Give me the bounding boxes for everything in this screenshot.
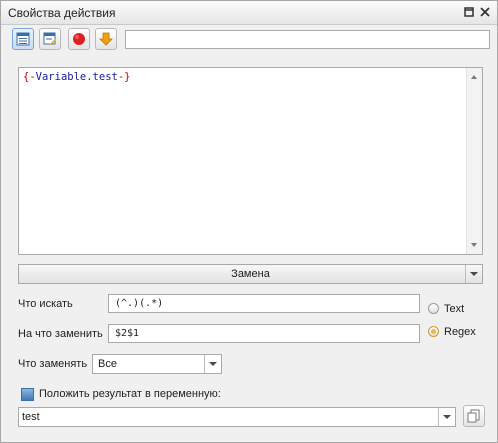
table-view-icon: [16, 32, 30, 46]
search-input[interactable]: (^.)(.*): [108, 294, 420, 313]
result-dropdown-button[interactable]: [438, 408, 455, 426]
what-replace-label: Что заменять: [18, 358, 88, 370]
properties-panel: Свойства действия {-Variable.test-} Заме…: [0, 0, 498, 443]
record-button[interactable]: [68, 28, 90, 50]
replace-input[interactable]: $2$1: [108, 324, 420, 343]
table-view-button[interactable]: [12, 28, 34, 50]
copy-button[interactable]: [463, 405, 485, 427]
what-replace-value: Все: [98, 358, 117, 370]
editor-text: {-Variable.test-}: [23, 71, 131, 83]
result-checkbox[interactable]: [21, 388, 34, 401]
maximize-icon[interactable]: [464, 7, 474, 17]
edit-form-icon: [43, 32, 56, 45]
result-variable-value: test: [22, 411, 40, 423]
what-replace-dropdown[interactable]: Все: [92, 354, 222, 374]
close-icon[interactable]: [480, 7, 490, 17]
code-editor[interactable]: {-Variable.test-}: [18, 67, 483, 255]
panel-title: Свойства действия: [8, 6, 116, 20]
edit-form-button[interactable]: [39, 28, 61, 50]
search-label: Что искать: [18, 298, 73, 310]
action-name-input[interactable]: [125, 30, 490, 49]
result-variable-dropdown[interactable]: test: [18, 407, 456, 427]
result-label: Положить результат в переменную:: [39, 388, 221, 400]
scroll-down-icon[interactable]: [471, 243, 477, 247]
mode-value: Замена: [231, 268, 270, 280]
chevron-down-icon: [470, 272, 478, 276]
text-radio[interactable]: [428, 303, 439, 314]
chevron-down-icon: [209, 362, 217, 366]
panel-titlebar: Свойства действия: [1, 1, 497, 25]
scroll-up-icon[interactable]: [471, 75, 477, 79]
regex-radio-label[interactable]: Regex: [444, 326, 476, 338]
text-radio-label[interactable]: Text: [444, 303, 464, 315]
replace-label: На что заменить: [18, 328, 103, 340]
arrow-down-icon: [99, 32, 113, 46]
mode-dropdown[interactable]: Замена: [18, 264, 483, 284]
chevron-down-icon: [443, 415, 451, 419]
what-replace-dropdown-button[interactable]: [204, 355, 221, 373]
regex-radio[interactable]: [428, 326, 439, 337]
record-icon: [73, 33, 85, 45]
editor-scrollbar[interactable]: [466, 68, 482, 254]
move-down-button[interactable]: [95, 28, 117, 50]
copy-icon: [467, 409, 480, 423]
mode-dropdown-button[interactable]: [465, 265, 482, 283]
